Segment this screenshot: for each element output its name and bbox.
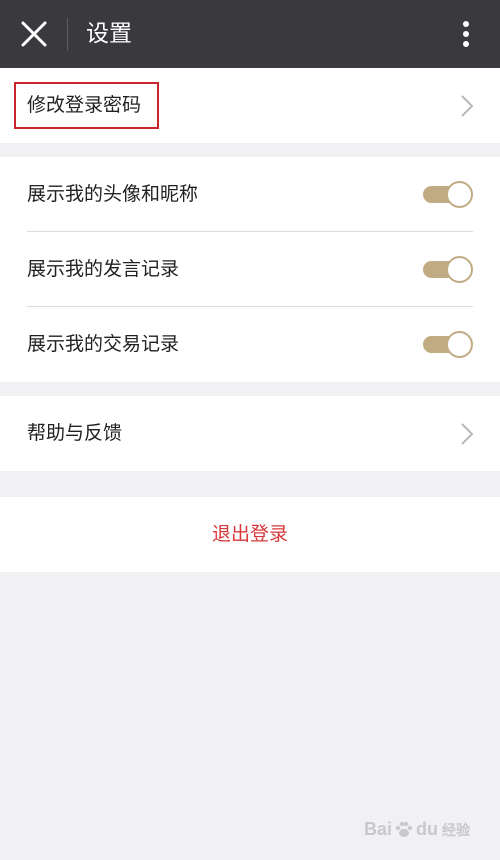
logout-label: 退出登录	[211, 523, 288, 545]
watermark: Bai du 经验	[364, 819, 470, 840]
close-button[interactable]	[14, 14, 54, 54]
toggle-knob	[446, 331, 473, 358]
toggle-knob	[446, 181, 473, 208]
page-title: 设置	[86, 21, 132, 47]
help-feedback-row[interactable]: 帮助与反馈	[0, 396, 500, 471]
privacy-row-label: 展示我的交易记录	[27, 333, 180, 355]
privacy-row-label: 展示我的头像和昵称	[27, 183, 199, 205]
more-vertical-icon	[463, 21, 469, 47]
account-group: 修改登录密码	[0, 68, 500, 143]
chevron-right-icon	[461, 95, 474, 117]
toggle-knob	[446, 256, 473, 283]
privacy-row-label: 展示我的发言记录	[27, 258, 180, 280]
privacy-row-avatar-nickname: 展示我的头像和昵称	[0, 157, 500, 232]
logout-group: 退出登录	[0, 497, 500, 572]
toggle-switch[interactable]	[423, 256, 473, 283]
logout-button[interactable]: 退出登录	[0, 497, 500, 572]
privacy-row-speech-record: 展示我的发言记录	[0, 232, 500, 307]
close-icon	[21, 21, 47, 47]
chevron-right-icon	[461, 423, 474, 445]
change-password-label: 修改登录密码	[27, 94, 142, 116]
toggle-switch[interactable]	[423, 331, 473, 358]
watermark-text: Bai	[363, 819, 392, 839]
more-options-button[interactable]	[446, 14, 486, 54]
change-password-row[interactable]: 修改登录密码	[0, 68, 500, 143]
toggle-switch[interactable]	[423, 181, 473, 208]
top-bar-divider	[67, 18, 68, 51]
privacy-row-trade-record: 展示我的交易记录	[0, 307, 500, 382]
privacy-group: 展示我的头像和昵称 展示我的发言记录 展示我的交易记录	[0, 157, 500, 382]
help-feedback-label: 帮助与反馈	[27, 422, 123, 444]
top-bar: 设置	[0, 0, 500, 68]
watermark-text: 经验	[442, 821, 470, 838]
paw-icon	[395, 821, 413, 837]
watermark-text: du	[416, 819, 438, 839]
support-group: 帮助与反馈	[0, 396, 500, 471]
